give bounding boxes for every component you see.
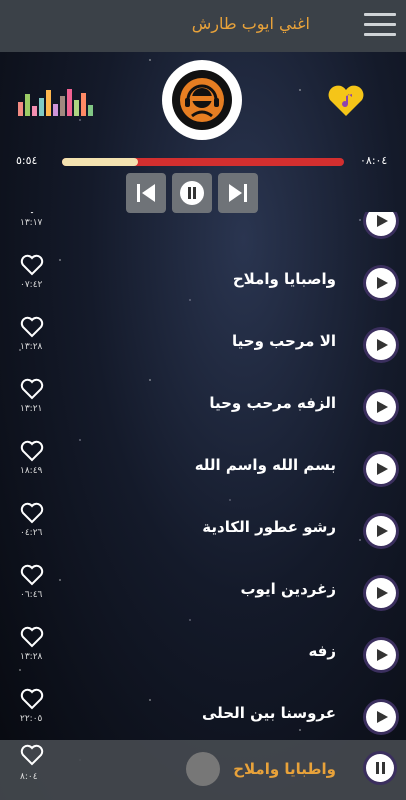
heart-icon[interactable] (20, 502, 44, 528)
song-title: بسم الله واسم الله (194, 456, 336, 474)
seek-bar[interactable] (62, 158, 344, 166)
play-icon[interactable] (366, 330, 396, 360)
play-icon[interactable] (366, 212, 396, 236)
elapsed-time: ٥:٥٤ (16, 154, 38, 167)
song-row[interactable]: ٠٤:٢٦ رشو عطور الكادية (0, 500, 406, 562)
play-icon[interactable] (366, 392, 396, 422)
total-time: ٠٨:٠٤ (360, 154, 388, 167)
song-row[interactable]: ٢٢:٠٥ عروسنا بين الحلى (0, 686, 406, 739)
hamburger-menu-icon[interactable] (364, 13, 396, 37)
song-title: الا مرحب وحيا (232, 332, 336, 350)
song-row[interactable]: ١٣:١٧ (0, 212, 406, 252)
song-title: زغردين ايوب (240, 580, 336, 598)
play-icon[interactable] (366, 268, 396, 298)
app-header: اغني ايوب طارش (0, 0, 406, 52)
song-row[interactable]: ٠٦:٤٦ زغردين ايوب (0, 562, 406, 624)
song-title: عروسنا بين الحلى (202, 704, 336, 722)
song-row[interactable]: ١٨:٤٩ بسم الله واسم الله (0, 438, 406, 500)
song-duration: ١٨:٤٩ (20, 466, 43, 476)
now-playing-bar[interactable]: ٨:٠٤ واطبايا واملاح (0, 740, 406, 800)
song-title: الزفه مرحب وحيا (209, 394, 336, 412)
song-title: واصبايا واملاح (232, 270, 336, 288)
play-icon[interactable] (366, 702, 396, 732)
song-duration: ١٣:٢١ (20, 404, 43, 414)
play-icon[interactable] (366, 454, 396, 484)
heart-icon[interactable] (20, 254, 44, 280)
now-playing-duration: ٨:٠٤ (20, 772, 38, 782)
heart-icon[interactable] (20, 626, 44, 652)
heart-icon[interactable] (20, 440, 44, 466)
song-duration: ٠٤:٢٦ (20, 528, 43, 538)
favorites-heart-icon[interactable] (326, 84, 366, 122)
now-playing-pause-icon[interactable] (366, 754, 394, 782)
now-playing-title: واطبايا واملاح (233, 760, 336, 778)
song-duration: ١٣:٢٨ (20, 342, 43, 352)
song-row[interactable]: ٠٧:٤٢ واصبايا واملاح (0, 252, 406, 314)
seek-bar-fill (62, 158, 139, 166)
song-list[interactable]: ١٣:١٧ ٠٧:٤٢ واصبايا واملاح ١٣:٢٨ الا مرحب وح… (0, 212, 406, 739)
pause-button[interactable] (172, 173, 212, 213)
heart-icon[interactable] (20, 378, 44, 404)
song-duration: ٠٧:٤٢ (20, 280, 43, 290)
equalizer-icon (18, 86, 100, 116)
song-row[interactable]: ١٣:٢٨ الا مرحب وحيا (0, 314, 406, 376)
song-duration: ٢٢:٠٥ (20, 714, 43, 724)
app-title: اغني ايوب طارش (191, 14, 310, 33)
next-button[interactable] (218, 173, 258, 213)
heart-icon[interactable] (20, 564, 44, 590)
play-icon[interactable] (366, 640, 396, 670)
song-duration: ١٣:٢٨ (20, 652, 43, 662)
song-title: رشو عطور الكادية (202, 518, 336, 536)
play-icon[interactable] (366, 516, 396, 546)
song-row[interactable]: ١٣:٢٨ زفه (0, 624, 406, 686)
song-duration: ١٣:١٧ (20, 218, 43, 228)
previous-button[interactable] (126, 173, 166, 213)
heart-icon[interactable] (20, 316, 44, 342)
song-row[interactable]: ١٣:٢١ الزفه مرحب وحيا (0, 376, 406, 438)
now-playing-thumbnail (186, 752, 220, 786)
heart-icon[interactable] (20, 688, 44, 714)
play-icon[interactable] (366, 578, 396, 608)
song-title: زفه (308, 642, 336, 660)
song-duration: ٠٦:٤٦ (20, 590, 43, 600)
album-art-avatar (162, 60, 242, 140)
heart-icon[interactable] (20, 744, 44, 770)
